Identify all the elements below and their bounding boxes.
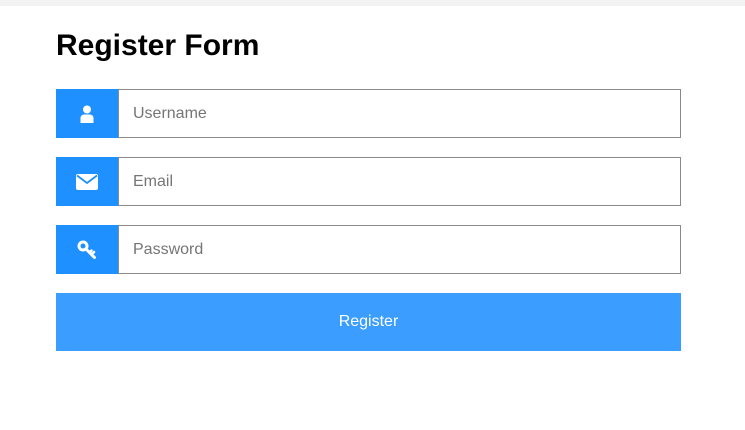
username-icon-box [56,89,118,138]
form-title: Register Form [56,29,260,62]
email-input[interactable] [118,157,681,206]
envelope-icon [76,173,98,190]
password-input[interactable] [118,225,681,274]
username-row [56,89,681,138]
register-form: Register Form Reg [56,28,681,351]
email-icon-box [56,157,118,206]
username-input[interactable] [118,89,681,138]
password-icon-box [56,225,118,274]
top-strip [0,0,745,6]
register-button[interactable]: Register [56,293,681,351]
email-row [56,157,681,206]
password-row [56,225,681,274]
key-icon [77,240,96,259]
user-icon [80,105,94,123]
